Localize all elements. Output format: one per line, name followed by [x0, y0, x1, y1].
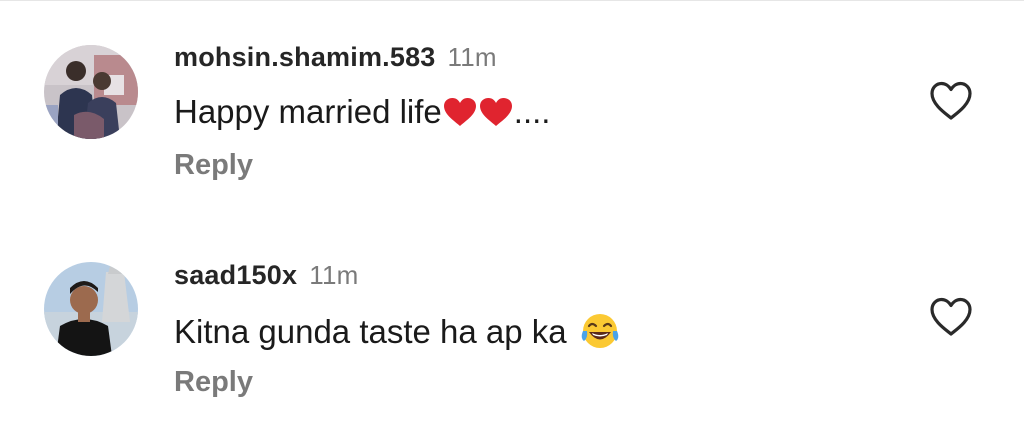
avatar[interactable] — [44, 262, 138, 356]
comment-timestamp: 11m — [309, 260, 359, 290]
comment-text: Happy married life.... — [174, 93, 550, 131]
red-heart-emoji-icon — [479, 98, 512, 126]
heart-outline-icon — [930, 297, 972, 336]
like-button[interactable] — [928, 296, 974, 338]
comment-header: saad150x 11m — [174, 260, 358, 291]
comment-timestamp: 11m — [447, 42, 497, 72]
reply-button[interactable]: Reply — [174, 149, 253, 182]
username-link[interactable]: saad150x — [174, 260, 297, 290]
comment-item: mohsin.shamim.583 11m Happy married life.… — [0, 0, 1024, 200]
like-button[interactable] — [928, 80, 974, 122]
username-link[interactable]: mohsin.shamim.583 — [174, 42, 436, 72]
comment-body: Happy married life — [174, 93, 442, 130]
comment-header: mohsin.shamim.583 11m — [174, 42, 497, 73]
avatar[interactable] — [44, 45, 138, 139]
reply-button[interactable]: Reply — [174, 366, 253, 399]
red-heart-emoji-icon — [443, 98, 476, 126]
face-with-tears-of-joy-emoji-icon — [581, 314, 619, 348]
comment-suffix: .... — [513, 93, 551, 130]
comment-item: saad150x 11m Kitna gunda taste ha ap ka R… — [0, 218, 1024, 418]
heart-outline-icon — [930, 81, 972, 120]
comment-body: Kitna gunda taste ha ap ka — [174, 313, 576, 350]
comment-text: Kitna gunda taste ha ap ka — [174, 311, 620, 351]
